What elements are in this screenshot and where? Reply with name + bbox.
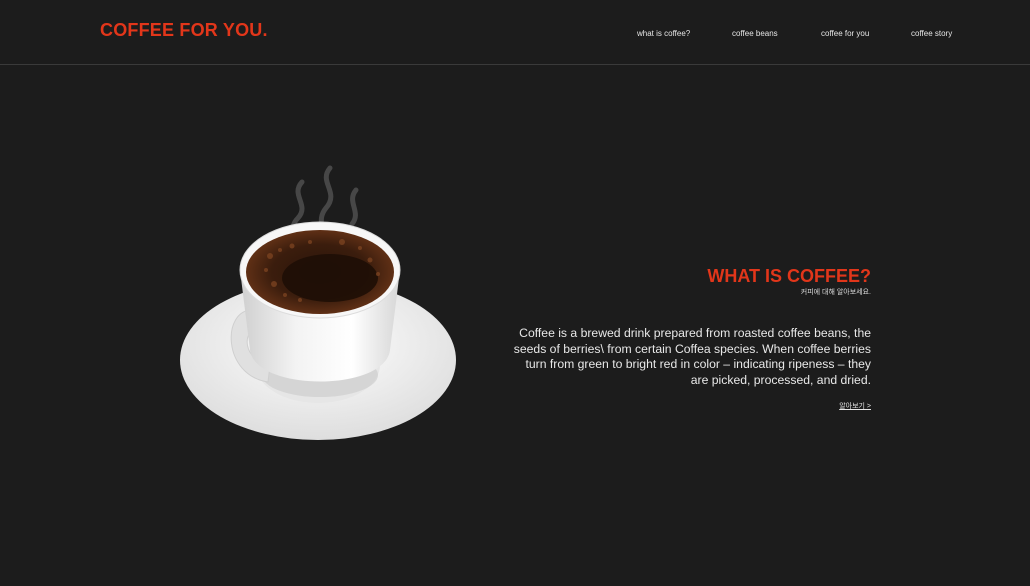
hero-title: WHAT IS COFFEE?	[707, 266, 871, 286]
hero-subtitle: 커피에 대해 알아보세요.	[800, 289, 871, 296]
site-header: COFFEE FOR YOU. what is coffee? coffee b…	[0, 0, 1030, 65]
coffee-cup-image	[180, 165, 456, 440]
nav-item-coffee-for-you[interactable]: coffee for you	[821, 29, 869, 38]
site-logo[interactable]: COFFEE FOR YOU.	[100, 20, 268, 41]
nav-item-coffee-beans[interactable]: coffee beans	[732, 29, 778, 38]
nav-item-what-is-coffee[interactable]: what is coffee?	[637, 29, 690, 38]
learn-more-link[interactable]: 알아보기 >	[839, 401, 871, 411]
hero-description: Coffee is a brewed drink prepared from r…	[513, 326, 871, 387]
nav-item-coffee-story[interactable]: coffee story	[911, 29, 952, 38]
